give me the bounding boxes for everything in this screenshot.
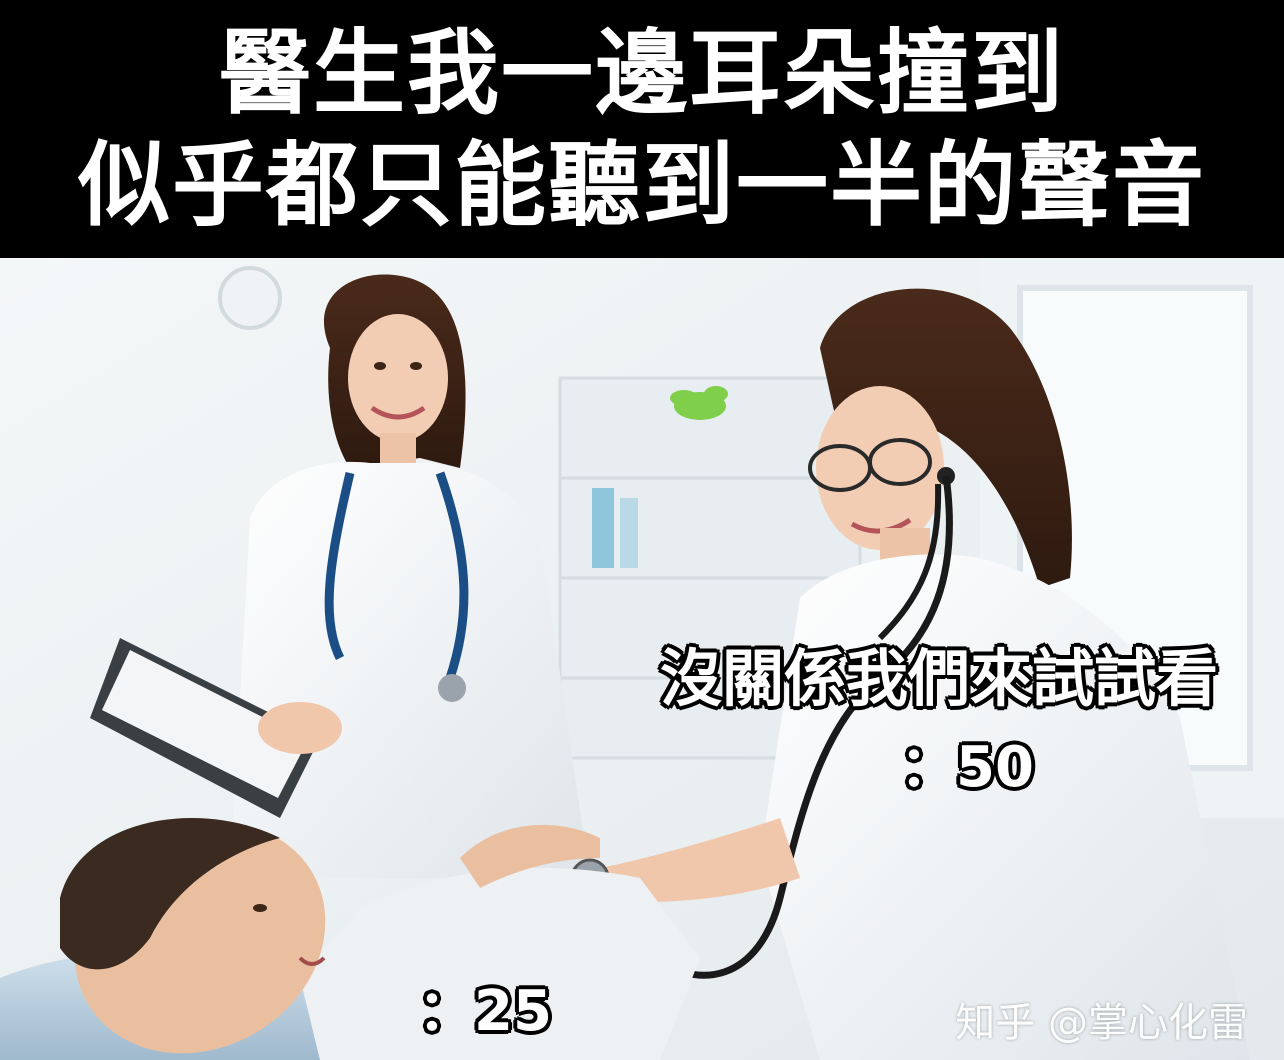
doctor-speech-caption: 沒關係我們來試試看 — [658, 642, 1219, 715]
watermark: 知乎 @掌心化雷 — [955, 1000, 1248, 1046]
caption-banner: 醫生我一邊耳朵撞到 似乎都只能聽到一半的聲音 — [0, 0, 1284, 258]
meme-image: 醫生我一邊耳朵撞到 似乎都只能聽到一半的聲音 沒關係我們來試試看 ：50 ：25… — [0, 0, 1284, 1060]
banner-line-2: 似乎都只能聽到一半的聲音 — [77, 132, 1206, 239]
wall-clock — [218, 266, 282, 330]
patient-value-caption: ：25 — [417, 979, 554, 1044]
doctor-value-caption: ：50 — [899, 735, 1036, 800]
banner-line-1: 醫生我一邊耳朵撞到 — [218, 20, 1065, 127]
